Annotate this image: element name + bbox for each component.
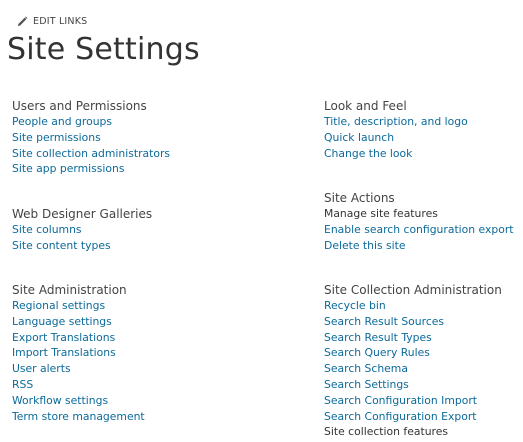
link-manage-site-features[interactable]: Manage site features	[324, 206, 514, 222]
link-site-permissions[interactable]: Site permissions	[12, 130, 170, 146]
section-title: Web Designer Galleries	[12, 207, 153, 221]
section-look-and-feel: Look and Feel Title, description, and lo…	[324, 98, 468, 161]
link-site-app-permissions[interactable]: Site app permissions	[12, 161, 170, 177]
link-user-alerts[interactable]: User alerts	[12, 361, 145, 377]
link-people-and-groups[interactable]: People and groups	[12, 114, 170, 130]
section-title: Users and Permissions	[12, 99, 147, 113]
link-search-schema[interactable]: Search Schema	[324, 361, 502, 377]
link-site-content-types[interactable]: Site content types	[12, 238, 152, 254]
link-enable-search-configuration-export[interactable]: Enable search configuration export	[324, 222, 514, 238]
link-regional-settings[interactable]: Regional settings	[12, 298, 145, 314]
link-site-columns[interactable]: Site columns	[12, 222, 152, 238]
link-search-result-sources[interactable]: Search Result Sources	[324, 314, 502, 330]
link-search-settings[interactable]: Search Settings	[324, 377, 502, 393]
link-export-translations[interactable]: Export Translations	[12, 330, 145, 346]
section-site-collection-administration: Site Collection Administration Recycle b…	[324, 282, 502, 440]
link-search-result-types[interactable]: Search Result Types	[324, 330, 502, 346]
link-search-configuration-import[interactable]: Search Configuration Import	[324, 393, 502, 409]
link-rss[interactable]: RSS	[12, 377, 145, 393]
edit-links-button[interactable]: EDIT LINKS	[17, 13, 87, 29]
section-site-actions: Site Actions Manage site features Enable…	[324, 190, 514, 253]
section-title: Site Administration	[12, 283, 127, 297]
link-title-description-and-logo[interactable]: Title, description, and logo	[324, 114, 468, 130]
link-change-the-look[interactable]: Change the look	[324, 146, 468, 162]
link-import-translations[interactable]: Import Translations	[12, 345, 145, 361]
section-site-administration: Site Administration Regional settings La…	[12, 282, 145, 424]
link-quick-launch[interactable]: Quick launch	[324, 130, 468, 146]
link-term-store-management[interactable]: Term store management	[12, 409, 145, 425]
section-title: Look and Feel	[324, 99, 407, 113]
link-language-settings[interactable]: Language settings	[12, 314, 145, 330]
link-recycle-bin[interactable]: Recycle bin	[324, 298, 502, 314]
section-web-designer-galleries: Web Designer Galleries Site columns Site…	[12, 206, 152, 254]
section-title: Site Actions	[324, 191, 395, 205]
section-title: Site Collection Administration	[324, 283, 502, 297]
edit-links-label: EDIT LINKS	[33, 15, 88, 27]
page-title: Site Settings	[7, 32, 200, 67]
link-delete-this-site[interactable]: Delete this site	[324, 238, 514, 254]
link-workflow-settings[interactable]: Workflow settings	[12, 393, 145, 409]
link-search-configuration-export[interactable]: Search Configuration Export	[324, 409, 502, 425]
pencil-icon	[17, 16, 28, 26]
link-search-query-rules[interactable]: Search Query Rules	[324, 345, 502, 361]
link-site-collection-features[interactable]: Site collection features	[324, 424, 502, 440]
link-site-collection-administrators[interactable]: Site collection administrators	[12, 146, 170, 162]
section-users-and-permissions: Users and Permissions People and groups …	[12, 98, 170, 177]
